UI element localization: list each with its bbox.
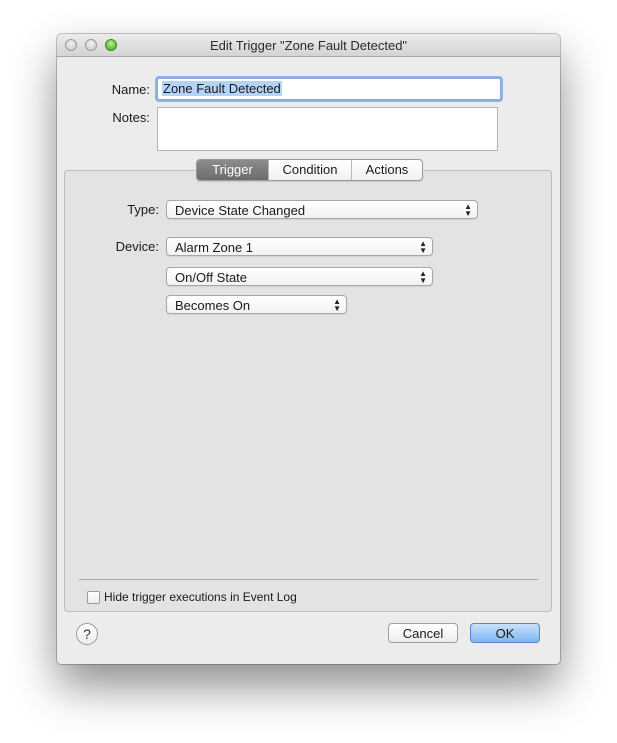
up-down-arrows-icon: ▲ ▼ (333, 297, 341, 313)
tab-actions[interactable]: Actions (351, 160, 422, 180)
tab-bar: Trigger Condition Actions (196, 159, 423, 181)
edit-trigger-window: Edit Trigger "Zone Fault Detected" Name:… (57, 34, 560, 664)
change-popup-value: Becomes On (175, 298, 251, 313)
type-popup[interactable]: Device State Changed ▲ ▼ (166, 200, 478, 219)
help-button[interactable]: ? (76, 623, 98, 645)
name-field[interactable]: Zone Fault Detected (157, 78, 501, 100)
state-popup-value: On/Off State (175, 270, 248, 285)
tab-trigger[interactable]: Trigger (197, 160, 268, 180)
hide-executions-label[interactable]: Hide trigger executions in Event Log (104, 590, 297, 604)
name-field-value: Zone Fault Detected (162, 81, 282, 96)
question-mark-icon: ? (83, 626, 91, 642)
title-bar[interactable]: Edit Trigger "Zone Fault Detected" (57, 34, 560, 57)
device-label: Device: (115, 239, 159, 254)
type-popup-value: Device State Changed (175, 203, 306, 218)
divider (79, 579, 538, 580)
device-popup-value: Alarm Zone 1 (175, 240, 254, 255)
up-down-arrows-icon: ▲ ▼ (419, 239, 427, 255)
hide-executions-checkbox[interactable] (87, 591, 100, 604)
name-label: Name: (111, 82, 150, 97)
cancel-button[interactable]: Cancel (388, 623, 458, 643)
change-popup[interactable]: Becomes On ▲ ▼ (166, 295, 347, 314)
type-label: Type: (127, 202, 159, 217)
up-down-arrows-icon: ▲ ▼ (464, 202, 472, 218)
tab-condition[interactable]: Condition (268, 160, 351, 180)
window-title: Edit Trigger "Zone Fault Detected" (209, 38, 408, 53)
up-down-arrows-icon: ▲ ▼ (419, 269, 427, 285)
device-popup[interactable]: Alarm Zone 1 ▲ ▼ (166, 237, 433, 256)
notes-label: Notes: (112, 110, 150, 125)
notes-field[interactable] (157, 107, 498, 151)
state-popup[interactable]: On/Off State ▲ ▼ (166, 267, 433, 286)
ok-button[interactable]: OK (470, 623, 540, 643)
